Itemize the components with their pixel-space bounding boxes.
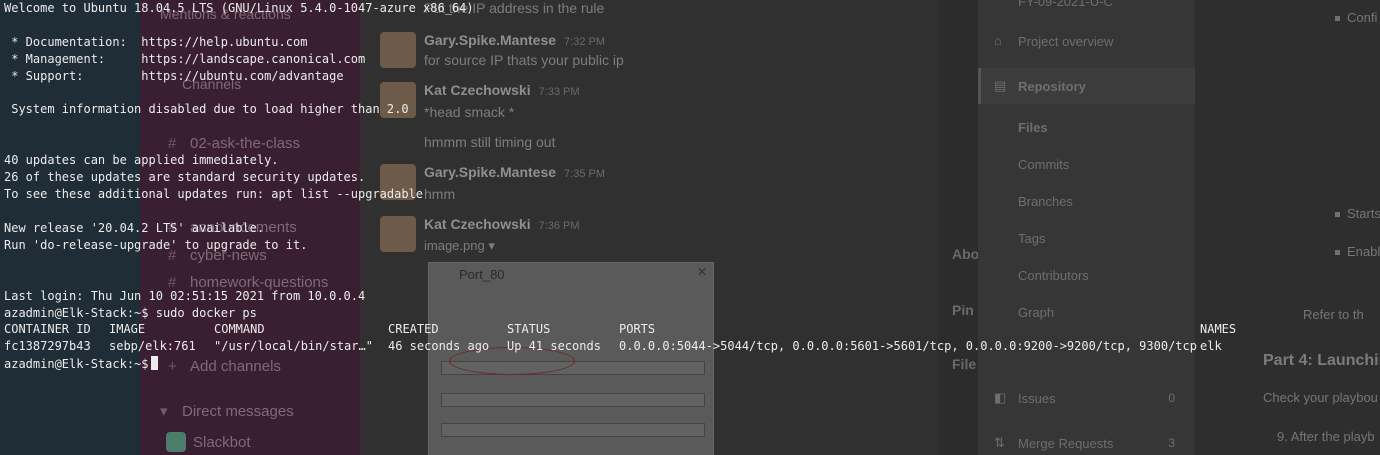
gitlab-sidebar: FY-09-2021-U-C ⌂ Project overview ▤ Repo… (978, 0, 1195, 455)
author-name[interactable]: Kat Czechowski (424, 216, 531, 232)
panel-label-files[interactable]: File (952, 356, 976, 372)
bullet (1335, 212, 1340, 217)
nav-commits[interactable]: Commits (1018, 157, 1069, 172)
bullet (1335, 250, 1340, 255)
highlight-ellipse (449, 347, 575, 375)
doc-line: 9. After the playb (1277, 429, 1375, 444)
nav-graph[interactable]: Graph (1018, 305, 1054, 320)
add-channels-button[interactable]: + Add channels (168, 358, 281, 375)
doc-heading: Part 4: Launchin (1263, 352, 1380, 369)
nav-merge-requests[interactable]: Merge Requests (1018, 436, 1113, 451)
issues-count: 0 (1168, 391, 1175, 405)
direct-messages-header[interactable]: ▾ Direct messages (160, 402, 294, 420)
message-time[interactable]: 7:36 PM (539, 220, 580, 232)
doc-line: Check your playbou (1263, 390, 1378, 405)
screenshot-field (441, 393, 705, 407)
doc-line: Refer to th (1303, 307, 1364, 322)
attachment-filename[interactable]: image.png ▾ (424, 238, 495, 254)
avatar (380, 216, 416, 252)
prompt-text: azadmin@Elk-Stack:~$ (4, 357, 149, 371)
merge-requests-count: 3 (1168, 436, 1175, 450)
details-panel: Abo Pin File (938, 0, 978, 455)
message-author[interactable]: Kat Czechowski 7:33 PM (424, 82, 580, 98)
nav-project-overview[interactable]: Project overview (1018, 34, 1113, 49)
slack-message-pane: Put the IP address in the rule Gary.Spik… (360, 0, 938, 455)
message-author[interactable]: Gary.Spike.Mantese 7:35 PM (424, 164, 605, 180)
bullet (1335, 16, 1340, 21)
home-icon: ⌂ (994, 33, 1002, 48)
terminal-line: * Documentation: https://help.ubuntu.com (4, 35, 308, 49)
terminal-line: 40 updates can be applied immediately. (4, 153, 279, 167)
dm-slackbot[interactable]: Slackbot (193, 434, 251, 451)
message-time[interactable]: 7:33 PM (539, 86, 580, 98)
hash-icon: # (168, 135, 177, 152)
panel-label-about[interactable]: Abo (952, 246, 978, 262)
avatar (380, 32, 416, 68)
message-time[interactable]: 7:32 PM (564, 36, 605, 48)
direct-messages-label: Direct messages (182, 403, 294, 420)
slackbot-avatar (166, 432, 186, 452)
terminal-line: Last login: Thu Jun 10 02:51:15 2021 fro… (4, 289, 366, 303)
attachment-title: Port_80 (459, 267, 505, 282)
panel-label-pinned[interactable]: Pin (952, 302, 974, 318)
message-text: hmmm still timing out (424, 134, 556, 150)
project-name[interactable]: FY-09-2021-U-C (1018, 0, 1113, 9)
message-author[interactable]: Gary.Spike.Mantese 7:32 PM (424, 32, 605, 48)
doc-line: Confi (1347, 10, 1378, 25)
terminal-line: Run 'do-release-upgrade' to upgrade to i… (4, 238, 308, 252)
doc-line: Starts (1347, 206, 1380, 221)
terminal-line: Welcome to Ubuntu 18.04.5 LTS (GNU/Linux… (4, 1, 474, 15)
channel-label: 02-ask-the-class (190, 135, 301, 152)
sidebar-channel-ask-the-class[interactable]: #02-ask-the-class (168, 135, 300, 152)
issues-icon: ◧ (994, 390, 1007, 405)
terminal-line: * Management: https://landscape.canonica… (4, 52, 366, 66)
message-text: for source IP thats your public ip (424, 52, 624, 68)
nav-issues[interactable]: Issues (1018, 391, 1056, 406)
message-text: *head smack * (424, 104, 515, 120)
terminal-line: 26 of these updates are standard securit… (4, 170, 366, 184)
nav-repository[interactable]: Repository (1018, 79, 1086, 94)
terminal-line: New release '20.04.2 LTS' available. (4, 221, 265, 235)
author-name[interactable]: Gary.Spike.Mantese (424, 32, 556, 48)
message-time[interactable]: 7:35 PM (564, 168, 605, 180)
nav-branches[interactable]: Branches (1018, 194, 1073, 209)
add-channels-label: Add channels (190, 358, 281, 375)
author-name[interactable]: Gary.Spike.Mantese (424, 164, 556, 180)
plus-icon: + (168, 358, 177, 375)
document-icon: ▤ (994, 78, 1007, 93)
nav-contributors[interactable]: Contributors (1018, 268, 1089, 283)
author-name[interactable]: Kat Czechowski (424, 82, 531, 98)
message-text: hmm (424, 186, 456, 202)
image-attachment[interactable]: Port_80 ✕ (428, 262, 714, 455)
terminal-prompt[interactable]: azadmin@Elk-Stack:~$ (4, 356, 158, 373)
merge-request-icon: ⇅ (994, 435, 1005, 450)
terminal-line: * Support: https://ubuntu.com/advantage (4, 69, 344, 83)
screenshot-field (441, 423, 705, 437)
text-cursor (150, 356, 158, 370)
nav-tags[interactable]: Tags (1018, 231, 1045, 246)
readme-document: Confi Starts Enabl Refer to th Part 4: L… (1195, 0, 1380, 455)
doc-line: Enabl (1347, 244, 1380, 259)
close-icon: ✕ (696, 265, 707, 279)
nav-files[interactable]: Files (1018, 120, 1048, 135)
terminal-line: azadmin@Elk-Stack:~$ sudo docker ps (4, 306, 257, 320)
message-author[interactable]: Kat Czechowski 7:36 PM (424, 216, 580, 232)
terminal-line: To see these additional updates run: apt… (4, 187, 424, 201)
terminal-line: System information disabled due to load … (4, 102, 409, 116)
caret-down-icon: ▾ (160, 403, 168, 420)
nav-repository-active (978, 68, 1195, 104)
